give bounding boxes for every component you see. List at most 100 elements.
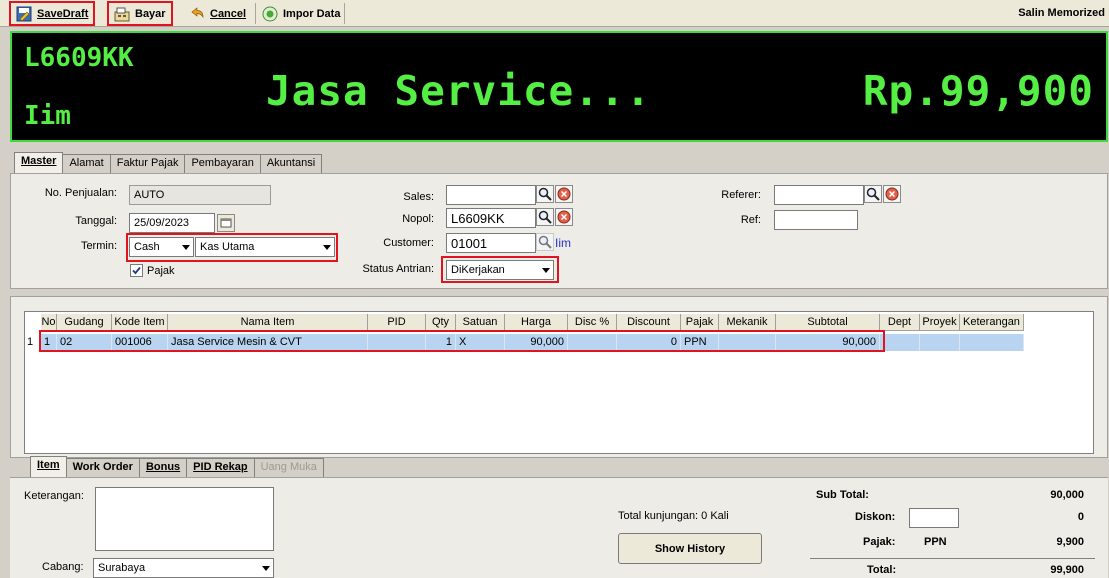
- impor-data-label: Impor Data: [283, 7, 341, 20]
- column-header[interactable]: Dept: [880, 314, 920, 331]
- column-header[interactable]: Nama Item: [168, 314, 368, 331]
- nopol-field[interactable]: L6609KK: [446, 208, 536, 228]
- tab-alamat[interactable]: Alamat: [62, 154, 111, 173]
- cabang-label: Cabang:: [42, 561, 84, 573]
- tab-akuntansi[interactable]: Akuntansi: [259, 154, 323, 173]
- grid-row-highlight: [39, 330, 885, 352]
- column-header[interactable]: Subtotal: [776, 314, 880, 331]
- calendar-icon[interactable]: [217, 214, 235, 232]
- no-penjualan-field: AUTO: [129, 185, 271, 205]
- column-header[interactable]: Mekanik: [719, 314, 776, 331]
- search-icon[interactable]: [864, 185, 882, 203]
- clear-icon[interactable]: [883, 185, 901, 203]
- display-item: Jasa Service...: [266, 67, 652, 115]
- bottom-panel: Keterangan: Cabang: Surabaya Total kunju…: [10, 477, 1108, 578]
- check-icon: [132, 266, 141, 275]
- column-header[interactable]: Harga: [505, 314, 568, 331]
- save-draft-icon: [16, 6, 32, 21]
- toolbar-separator: [255, 3, 256, 24]
- total-divider: [810, 558, 1095, 559]
- tab-master[interactable]: Master: [14, 152, 64, 173]
- master-panel: No. Penjualan: AUTO Tanggal: 25/09/2023 …: [10, 173, 1108, 289]
- tab-pembayaran[interactable]: Pembayaran: [184, 154, 261, 173]
- column-header[interactable]: Keterangan: [960, 314, 1024, 331]
- chevron-down-icon: [262, 566, 270, 571]
- save-draft-button[interactable]: SaveDraft: [9, 1, 96, 26]
- bayar-button[interactable]: Bayar: [107, 1, 173, 26]
- column-header[interactable]: Qty: [426, 314, 456, 331]
- total-value: 99,900: [1050, 564, 1084, 576]
- toolbar-separator: [344, 3, 345, 24]
- no-penjualan-label: No. Penjualan:: [44, 187, 117, 199]
- customer-display: L6609KK Iim Jasa Service... Rp.99,900: [10, 31, 1108, 142]
- save-draft-label: SaveDraft: [37, 7, 89, 20]
- ref-field[interactable]: [774, 210, 858, 230]
- nopol-label: Nopol:: [402, 213, 434, 225]
- status-antrian-label: Status Antrian:: [362, 263, 434, 275]
- toolbar: SaveDraft Bayar Cancel Impor Data Salin …: [0, 0, 1109, 27]
- column-header[interactable]: Discount: [617, 314, 681, 331]
- diskon-value: 0: [1077, 511, 1084, 523]
- column-header[interactable]: Proyek: [920, 314, 960, 331]
- tab-label: Master: [21, 155, 57, 167]
- tab-label: Akuntansi: [266, 157, 316, 169]
- display-customer-name: Iim: [24, 101, 71, 131]
- cabang-value: Surabaya: [98, 562, 146, 574]
- tab-work-order[interactable]: Work Order: [65, 458, 140, 477]
- cell-proyek[interactable]: [920, 334, 960, 351]
- column-header[interactable]: Gudang: [57, 314, 112, 331]
- customer-field[interactable]: 01001: [446, 233, 536, 253]
- termin-label: Termin:: [80, 240, 117, 252]
- cell-keterangan[interactable]: [960, 334, 1024, 351]
- impor-data-button[interactable]: Impor Data: [257, 1, 345, 26]
- keterangan-label: Keterangan:: [24, 490, 84, 502]
- tab-item[interactable]: Item: [30, 456, 67, 477]
- show-history-button[interactable]: Show History: [618, 533, 762, 564]
- search-icon[interactable]: [536, 208, 554, 226]
- termin-highlight: [126, 233, 338, 262]
- sales-field[interactable]: [446, 185, 536, 205]
- clear-icon[interactable]: [555, 208, 573, 226]
- display-plate: L6609KK: [24, 43, 134, 73]
- undo-arrow-icon: [191, 6, 204, 18]
- keterangan-textarea[interactable]: [95, 487, 274, 551]
- cash-register-icon: [114, 7, 130, 21]
- column-header[interactable]: PID: [368, 314, 426, 331]
- ref-label: Ref:: [740, 214, 761, 226]
- column-header[interactable]: Disc %: [568, 314, 617, 331]
- referer-field[interactable]: [774, 185, 864, 205]
- column-header[interactable]: No: [41, 314, 57, 331]
- search-icon[interactable]: [536, 185, 554, 203]
- column-header[interactable]: Satuan: [456, 314, 505, 331]
- search-icon[interactable]: [536, 233, 554, 251]
- cell-dept[interactable]: [880, 334, 920, 351]
- cancel-button[interactable]: Cancel: [184, 1, 251, 26]
- import-icon: [262, 6, 278, 21]
- total-label: Total:: [867, 564, 897, 576]
- tab-bonus[interactable]: Bonus: [138, 458, 188, 477]
- customer-name-link[interactable]: Iim: [555, 236, 571, 250]
- tab-uang-muka: Uang Muka: [253, 458, 324, 477]
- customer-label: Customer:: [383, 237, 434, 249]
- status-antrian-highlight: [441, 256, 559, 283]
- sub-total-label: Sub Total:: [816, 489, 869, 501]
- column-header[interactable]: Pajak: [681, 314, 719, 331]
- clear-icon[interactable]: [555, 185, 573, 203]
- main-tabs: Master Alamat Faktur Pajak Pembayaran Ak…: [14, 152, 323, 173]
- column-header[interactable]: Kode Item: [112, 314, 168, 331]
- tab-label: PID Rekap: [193, 461, 248, 473]
- cabang-select[interactable]: Surabaya: [93, 558, 274, 578]
- cancel-label: Cancel: [210, 7, 247, 20]
- pajak-value: 9,900: [1056, 536, 1084, 548]
- pajak-checkbox[interactable]: [130, 264, 143, 277]
- tab-pid-rekap[interactable]: PID Rekap: [186, 458, 255, 477]
- salin-memorized-button[interactable]: Salin Memorized: [1018, 7, 1105, 19]
- sales-label: Sales:: [403, 191, 434, 203]
- tab-faktur-pajak[interactable]: Faktur Pajak: [109, 154, 186, 173]
- diskon-field[interactable]: [909, 508, 959, 528]
- tanggal-field[interactable]: 25/09/2023: [129, 213, 215, 233]
- sub-total-value: 90,000: [1050, 489, 1084, 501]
- tab-label: Item: [37, 459, 60, 471]
- pajak-checkbox-label: Pajak: [147, 265, 175, 277]
- pajak-total-label: Pajak:: [863, 536, 896, 548]
